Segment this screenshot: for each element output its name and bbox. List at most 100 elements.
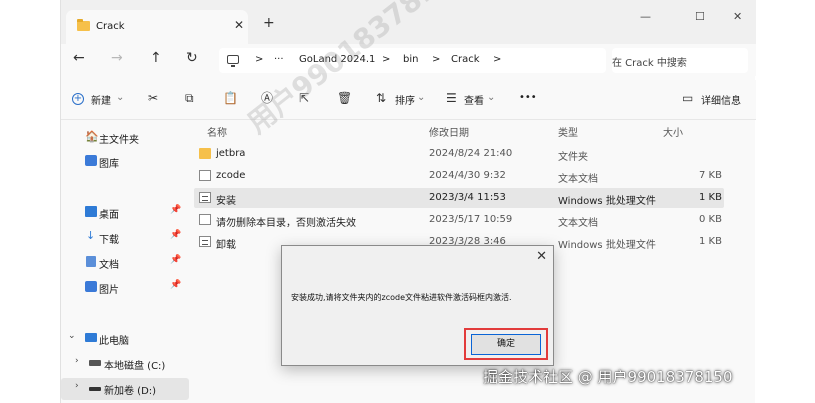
up-button[interactable]: ↑	[150, 51, 162, 65]
pictures-icon	[85, 281, 97, 292]
sidebar-item-label: 桌面	[99, 210, 119, 221]
sidebar-item-label: 文档	[99, 260, 119, 271]
sort-button[interactable]: 排序	[395, 92, 415, 107]
file-modified: 2023/5/17 10:59	[429, 214, 513, 225]
file-type: 文本文档	[558, 174, 598, 185]
chevron-right-icon[interactable]: ›	[75, 381, 79, 391]
pin-icon: 📌	[170, 205, 182, 215]
chevron-down-icon: ⌄	[116, 92, 125, 103]
sidebar-item-downloads[interactable]: ↓ 下载 📌	[61, 227, 189, 249]
search-input[interactable]: 在 Crack 中搜索	[612, 48, 748, 73]
chevron-right-icon[interactable]: ›	[75, 356, 79, 366]
pin-icon: 📌	[170, 255, 182, 265]
navigation-pane: 🏠 主文件夹 图库 桌面 📌 ↓ 下载 📌 文档 📌 图片 📌 ⌄ 此电脑 › …	[61, 120, 189, 403]
breadcrumb-separator: >	[493, 54, 502, 65]
sidebar-item-label: 图片	[99, 285, 119, 296]
cut-icon[interactable]: ✂	[148, 92, 158, 105]
delete-icon[interactable]: 🗑	[337, 92, 352, 105]
share-icon[interactable]: ⇱	[299, 92, 309, 105]
column-header-name[interactable]: 名称	[207, 124, 227, 139]
folder-icon	[77, 19, 90, 31]
footer-credit: 掘金技术社区 @ 用户99018378150	[483, 368, 733, 386]
minimize-button[interactable]: —	[640, 10, 651, 23]
breadcrumb-more[interactable]: ···	[274, 54, 284, 65]
breadcrumb-separator: >	[432, 54, 441, 65]
sidebar-item-this-pc[interactable]: ⌄ 此电脑	[61, 328, 189, 350]
list-item[interactable]: 请勿删除本目录，否则激活失效 2023/5/17 10:59 文本文档 0 KB	[194, 210, 724, 230]
chevron-down-icon: ⌄	[487, 92, 496, 103]
list-item[interactable]: 安装 2023/3/4 11:53 Windows 批处理文件 1 KB	[194, 188, 724, 208]
sidebar-item-pictures[interactable]: 图片 📌	[61, 277, 189, 299]
list-item[interactable]: zcode 2024/4/30 9:32 文本文档 7 KB	[194, 166, 724, 186]
sidebar-item-label: 本地磁盘 (C:)	[104, 361, 166, 372]
dialog-close-icon[interactable]: ✕	[536, 249, 547, 264]
file-size: 1 KB	[699, 192, 722, 203]
copy-icon[interactable]: ⧉	[185, 92, 194, 105]
command-bar: + 新建 ⌄ ✂ ⧉ 📋 Ⓐ ⇱ 🗑 ⇅ 排序 ⌄ ☰ 查看 ⌄ ••• ▭ 详…	[61, 80, 756, 120]
column-header-size[interactable]: 大小	[663, 124, 683, 139]
breadcrumb-crack[interactable]: Crack	[451, 54, 480, 65]
file-type: Windows 批处理文件	[558, 240, 656, 251]
sidebar-item-home[interactable]: 🏠 主文件夹	[61, 127, 189, 149]
breadcrumb-goland[interactable]: GoLand 2024.1	[299, 54, 375, 65]
sidebar-item-documents[interactable]: 文档 📌	[61, 252, 189, 274]
sidebar-item-drive-d[interactable]: › 新加卷 (D:)	[61, 378, 189, 400]
refresh-button[interactable]: ↻	[186, 51, 198, 65]
tab-close-icon[interactable]: ✕	[234, 18, 244, 32]
new-button[interactable]: 新建	[91, 92, 111, 107]
file-size: 1 KB	[699, 236, 722, 247]
new-tab-button[interactable]: +	[263, 15, 275, 31]
drive-icon	[89, 360, 101, 366]
folder-icon	[199, 148, 211, 159]
ok-button[interactable]: 确定	[471, 334, 541, 355]
view-button[interactable]: 查看	[464, 92, 484, 107]
batch-file-icon	[199, 192, 211, 203]
download-icon: ↓	[86, 229, 96, 242]
file-name: 卸载	[216, 240, 236, 251]
back-button[interactable]: ←	[73, 51, 85, 65]
sort-icon: ⇅	[376, 91, 387, 105]
address-row: ← → ↑ ↻ > ··· GoLand 2024.1 > bin > Crac…	[61, 44, 756, 76]
rename-icon[interactable]: Ⓐ	[261, 92, 273, 105]
breadcrumb-separator: >	[255, 54, 264, 65]
sidebar-item-desktop[interactable]: 桌面 📌	[61, 202, 189, 224]
file-name: 请勿删除本目录，否则激活失效	[216, 218, 356, 229]
file-name: jetbra	[216, 148, 246, 159]
view-icon: ☰	[446, 91, 457, 105]
file-type: 文件夹	[558, 152, 588, 163]
dialog-message: 安装成功,请将文件夹内的zcode文件粘进软件激活码框内激活.	[291, 293, 512, 302]
chevron-down-icon: ⌄	[417, 92, 426, 103]
file-type: Windows 批处理文件	[558, 196, 656, 207]
details-button[interactable]: 详细信息	[701, 92, 741, 107]
pin-icon: 📌	[170, 280, 182, 290]
drive-icon	[89, 387, 101, 391]
tab-crack[interactable]: Crack ✕	[66, 10, 248, 44]
tab-bar: Crack ✕ + — ☐ ✕	[61, 0, 756, 44]
breadcrumb-separator: >	[382, 54, 391, 65]
sidebar-item-label: 新加卷 (D:)	[104, 386, 157, 397]
computer-icon	[227, 55, 239, 67]
forward-button[interactable]: →	[111, 51, 123, 65]
column-header-type[interactable]: 类型	[558, 124, 578, 139]
sidebar-item-label: 此电脑	[99, 336, 129, 347]
paste-icon[interactable]: 📋	[223, 92, 238, 105]
file-modified: 2024/4/30 9:32	[429, 170, 506, 181]
maximize-button[interactable]: ☐	[695, 10, 705, 23]
desktop-icon	[85, 206, 97, 217]
new-icon: +	[72, 93, 84, 105]
tab-title: Crack	[96, 21, 125, 32]
address-bar[interactable]: > ··· GoLand 2024.1 > bin > Crack >	[219, 48, 606, 73]
column-header-modified[interactable]: 修改日期	[429, 124, 469, 139]
sidebar-item-gallery[interactable]: 图库	[61, 151, 189, 173]
more-options-button[interactable]: •••	[519, 92, 537, 103]
breadcrumb-bin[interactable]: bin	[403, 54, 418, 65]
details-pane-icon: ▭	[682, 91, 694, 105]
document-icon	[86, 256, 96, 267]
chevron-down-icon[interactable]: ⌄	[68, 331, 76, 341]
home-icon: 🏠	[85, 130, 99, 143]
sidebar-item-drive-c[interactable]: › 本地磁盘 (C:)	[61, 353, 189, 375]
pin-icon: 📌	[170, 230, 182, 240]
close-window-button[interactable]: ✕	[733, 10, 742, 23]
file-name: 安装	[216, 196, 236, 207]
list-item[interactable]: jetbra 2024/8/24 21:40 文件夹	[194, 144, 724, 164]
